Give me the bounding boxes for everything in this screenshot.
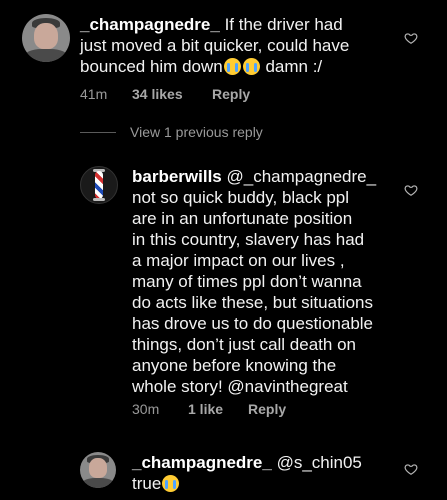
view-previous-replies[interactable]: View 1 previous reply xyxy=(80,124,263,140)
comment-text-line: damn :/ xyxy=(265,57,323,76)
comment-body: _champagnedre_ @s_chin05 true xyxy=(132,452,422,494)
comment-text-line: has drove us to do questionable xyxy=(132,314,374,333)
view-previous-label[interactable]: View 1 previous reply xyxy=(130,124,263,140)
barber-pole-cap xyxy=(93,197,105,201)
comment-meta: 30m 1 like Reply xyxy=(132,401,286,417)
comment-text-line: whole story! @navinthegreat xyxy=(132,377,348,396)
comment-body: _champagnedre_ If the driver had just mo… xyxy=(80,14,400,77)
mention-link[interactable]: @_champagnedre_ xyxy=(227,167,377,186)
reply-button[interactable]: Reply xyxy=(248,401,286,417)
comment-text-line: a major impact on our lives , xyxy=(132,251,345,270)
heart-outline-icon[interactable] xyxy=(404,462,418,476)
comment-username[interactable]: _champagnedre_ xyxy=(80,15,220,34)
crying-face-emoji xyxy=(223,58,241,75)
mention-link[interactable]: @s_chin05 xyxy=(277,453,362,472)
avatar-face xyxy=(89,458,107,479)
comment-username[interactable]: _champagnedre_ xyxy=(132,453,272,472)
likes-count[interactable]: 1 like xyxy=(188,401,248,417)
avatar-face xyxy=(34,22,58,50)
comment-text-line: anyone before knowing the xyxy=(132,356,337,375)
comment-text-line: many of times ppl don’t wanna xyxy=(132,272,362,291)
heart-outline-icon[interactable] xyxy=(404,31,418,45)
barber-pole-icon xyxy=(94,171,104,199)
comment-text-line: If the driver had xyxy=(224,15,343,34)
comment-text-line: things, don’t just call death on xyxy=(132,335,356,354)
crying-face-emoji xyxy=(242,58,260,75)
comment-text-line: bounced him down xyxy=(80,57,223,76)
comment-username[interactable]: barberwills xyxy=(132,167,222,186)
crying-face-emoji xyxy=(162,475,180,492)
comment-time: 30m xyxy=(132,401,160,417)
comment-text-line: not so quick buddy, black ppl xyxy=(132,188,350,207)
comment-text: true xyxy=(132,474,162,493)
avatar[interactable] xyxy=(22,14,70,62)
heart-outline-icon[interactable] xyxy=(404,183,418,197)
comment-text-line: do acts like these, but situations xyxy=(132,293,373,312)
comment-meta: 41m 34 likes Reply xyxy=(80,86,250,102)
comment-time: 41m xyxy=(80,86,108,102)
avatar-shirt xyxy=(24,48,68,62)
likes-count[interactable]: 34 likes xyxy=(132,86,212,102)
comment-body: barberwills @_champagnedre_ not so quick… xyxy=(132,166,422,397)
comment-text-line: in this country, slavery has had xyxy=(132,230,365,249)
avatar-shirt xyxy=(81,477,115,488)
divider-line xyxy=(80,131,116,133)
reply-button[interactable]: Reply xyxy=(212,86,250,102)
avatar[interactable] xyxy=(80,166,118,204)
comment-text-line: just moved a bit quicker, could have xyxy=(80,36,350,55)
comment-text-line: are in an unfortunate position xyxy=(132,209,353,228)
avatar[interactable] xyxy=(80,452,116,488)
